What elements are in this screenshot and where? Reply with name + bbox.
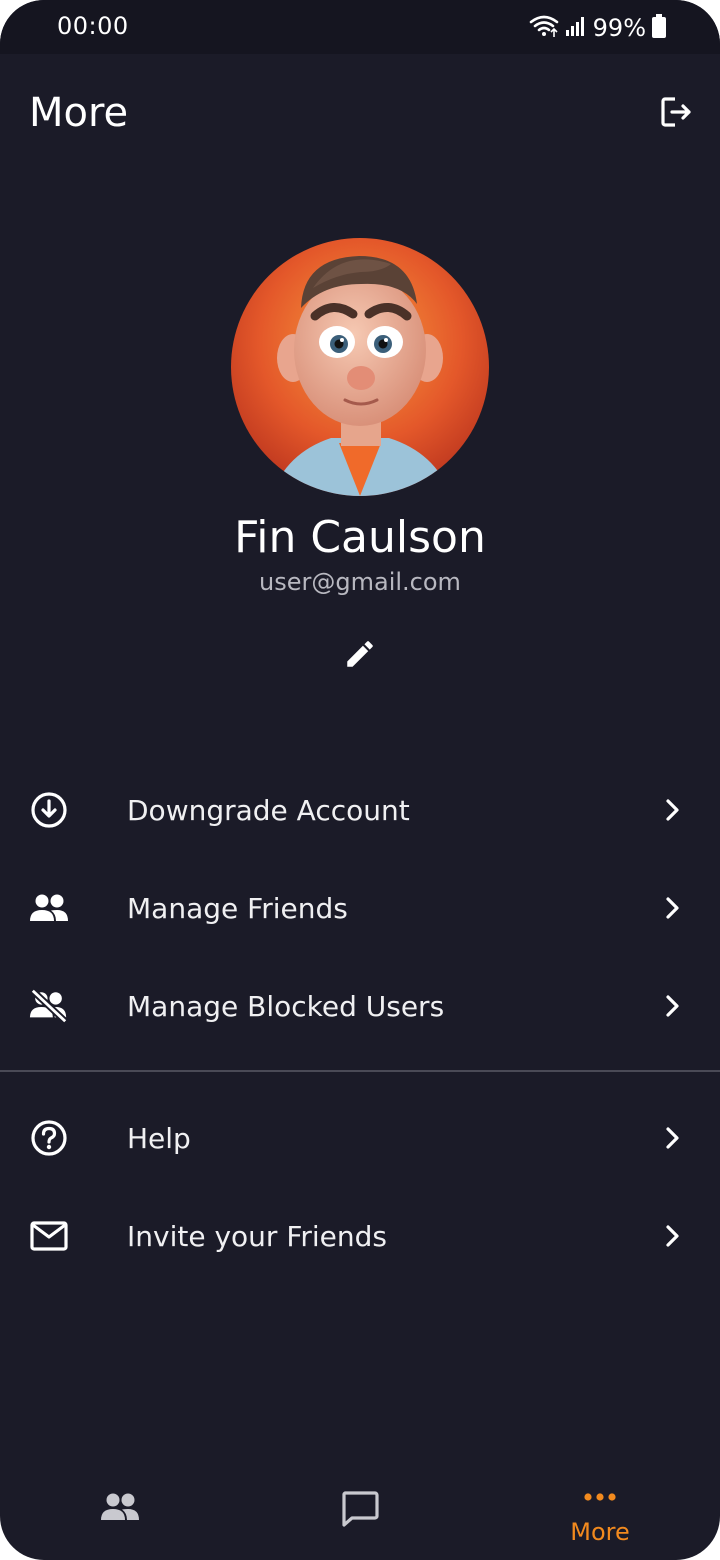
chevron-right-icon xyxy=(658,894,686,922)
menu-item-label: Invite your Friends xyxy=(127,1219,388,1253)
logout-button[interactable] xyxy=(656,94,696,134)
chevron-right-icon xyxy=(658,1222,686,1250)
help-circle-icon xyxy=(29,1118,69,1158)
page-title: More xyxy=(29,90,129,136)
bottom-nav: More xyxy=(0,1462,720,1560)
chevron-right-icon xyxy=(658,796,686,824)
menu-item-label: Manage Friends xyxy=(127,891,348,925)
profile-email: user@gmail.com xyxy=(259,568,461,596)
download-circle-icon xyxy=(29,790,69,830)
nav-item-chat[interactable] xyxy=(240,1462,480,1560)
nav-item-friends[interactable] xyxy=(0,1462,240,1560)
nav-label-more: More xyxy=(570,1518,630,1546)
menu-item-downgrade-account[interactable]: Downgrade Account xyxy=(0,770,720,850)
logout-icon xyxy=(659,95,693,133)
menu-divider xyxy=(0,1070,720,1072)
status-time: 00:00 xyxy=(57,12,129,40)
people-icon xyxy=(29,888,69,928)
more-dots-icon xyxy=(480,1492,720,1502)
menu-item-label: Downgrade Account xyxy=(127,793,410,827)
battery-percent: 99% xyxy=(592,14,646,42)
chat-icon xyxy=(240,1490,480,1528)
phone-screen: 00:00 99% More Fin Caulson user@gmail.co… xyxy=(0,0,720,1560)
chevron-right-icon xyxy=(658,1124,686,1152)
people-icon xyxy=(0,1492,240,1522)
menu-item-invite-friends[interactable]: Invite your Friends xyxy=(0,1196,720,1276)
battery-icon xyxy=(652,14,666,42)
nav-item-more[interactable]: More xyxy=(480,1462,720,1560)
edit-profile-button[interactable] xyxy=(340,636,380,676)
chevron-right-icon xyxy=(658,992,686,1020)
profile-name: Fin Caulson xyxy=(234,512,486,563)
menu-item-manage-blocked-users[interactable]: Manage Blocked Users xyxy=(0,966,720,1046)
avatar[interactable] xyxy=(231,238,489,496)
status-bar: 00:00 99% xyxy=(0,0,720,54)
status-icons: 99% xyxy=(529,10,666,46)
menu-item-label: Manage Blocked Users xyxy=(127,989,445,1023)
pencil-icon xyxy=(343,637,377,675)
menu-item-help[interactable]: Help xyxy=(0,1098,720,1178)
menu-item-label: Help xyxy=(127,1121,191,1155)
menu-item-manage-friends[interactable]: Manage Friends xyxy=(0,868,720,948)
wifi-icon xyxy=(529,14,559,42)
mail-icon xyxy=(29,1216,69,1256)
signal-icon xyxy=(565,15,587,41)
people-blocked-icon xyxy=(29,986,69,1026)
